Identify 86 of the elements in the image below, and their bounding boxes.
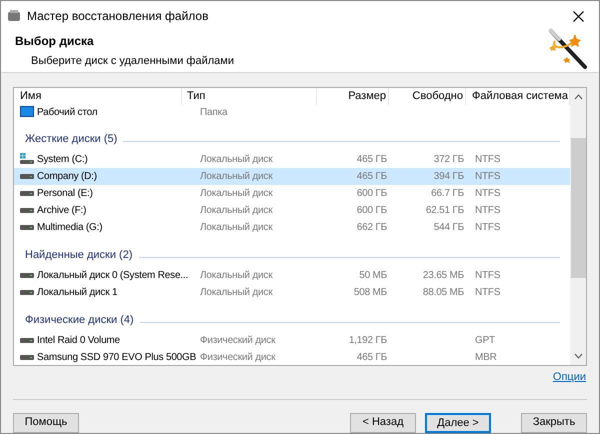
- type-cell: Локальный диск: [200, 188, 272, 198]
- name-cell-text: Multimedia (G:): [37, 220, 102, 234]
- size-cell: 508 МБ: [354, 286, 387, 298]
- table-row[interactable]: Company (D:) Локальный диск 465 ГБ 394 ГБ NTFS: [14, 168, 570, 184]
- free-cell: 88.05 МБ: [422, 286, 464, 298]
- step-subtitle: Выберите диск с удаленными файлами: [30, 54, 234, 69]
- name-cell-text: System (C:): [37, 152, 88, 166]
- back-button[interactable]: < Назад: [350, 412, 416, 432]
- type-cell: Локальный диск: [200, 170, 272, 182]
- filesystem-cell: NTFS: [475, 204, 500, 216]
- free-cell: 372 ГБ: [434, 154, 464, 164]
- column-header[interactable]: Свободно: [389, 88, 466, 104]
- drive-icon: [20, 224, 34, 230]
- table-row[interactable]: Samsung SSD 970 EVO Plus 500GB Физический диск 465 ГБ MBR: [14, 348, 570, 366]
- free-cell: 23.65 МБ: [422, 270, 464, 280]
- table-row[interactable]: Локальный диск 0 (System Rese... Локальный диск 50 МБ 23.65 МБ NTFS: [14, 266, 570, 284]
- name-cell-text: Локальный диск 1: [37, 286, 118, 300]
- size-cell: 662 ГБ: [356, 222, 387, 232]
- table-row[interactable]: Archive (F:) Локальный диск 600 ГБ 62.51 ГБ NTFS: [14, 202, 570, 218]
- size-cell: 465 ГБ: [356, 154, 387, 164]
- table-row[interactable]: Рабочий стол Папка: [14, 104, 570, 120]
- type-cell: Локальный диск: [200, 286, 272, 298]
- table-row[interactable]: Intel Raid 0 Volume Физический диск 1,192 ГБ GPT: [14, 332, 570, 348]
- help-button[interactable]: Помощь: [13, 412, 79, 432]
- type-cell: Физический диск: [200, 352, 276, 362]
- name-cell-text: Intel Raid 0 Volume: [37, 334, 120, 348]
- scroll-down-icon: [574, 353, 582, 359]
- scroll-up-icon: [574, 94, 582, 100]
- type-cell: Локальный диск: [200, 222, 272, 232]
- group-header: Физические диски (4): [25, 313, 134, 328]
- options-link[interactable]: Опции: [552, 369, 586, 386]
- name-cell-text: Company (D:): [37, 170, 97, 184]
- drive-icon: [20, 290, 34, 294]
- type-cell: Папка: [200, 106, 228, 118]
- filesystem-cell: NTFS: [475, 222, 500, 232]
- filesystem-cell: NTFS: [475, 170, 500, 182]
- free-cell: 62.51 ГБ: [426, 204, 464, 216]
- drive-icon: [20, 354, 34, 360]
- table-row[interactable]: Personal (E:) Локальный диск 600 ГБ 66.7 ГБ NTFS: [14, 184, 570, 202]
- free-cell: 394 ГБ: [434, 170, 464, 182]
- free-cell: 66.7 ГБ: [431, 188, 464, 198]
- column-header[interactable]: Имя: [14, 88, 182, 104]
- drive-icon: [20, 190, 34, 196]
- next-button[interactable]: Далее >: [425, 412, 491, 432]
- size-cell: 465 ГБ: [356, 170, 387, 182]
- drive-icon: [20, 208, 34, 212]
- size-cell: 1,192 ГБ: [348, 334, 387, 346]
- name-cell-text: Archive (F:): [37, 204, 86, 218]
- step-title: Выбор диска: [15, 33, 95, 50]
- group-header: Жесткие диски (5): [25, 132, 118, 147]
- name-cell-text: Samsung SSD 970 EVO Plus 500GB: [37, 350, 196, 364]
- type-cell: Локальный диск: [200, 270, 272, 280]
- type-cell: Физический диск: [200, 334, 276, 346]
- system-drive-icon: [20, 153, 34, 165]
- table-row[interactable]: System (C:) Локальный диск 465 ГБ 372 ГБ NTFS: [14, 150, 570, 168]
- filesystem-cell: NTFS: [475, 188, 500, 198]
- group-header: Найденные диски (2): [25, 248, 132, 263]
- filesystem-cell: NTFS: [475, 154, 500, 164]
- size-cell: 600 ГБ: [356, 188, 387, 198]
- drive-icon: [20, 338, 34, 342]
- drive-icon: [20, 174, 34, 178]
- table-row[interactable]: Локальный диск 1 Локальный диск 508 МБ 88.05 МБ NTFS: [14, 284, 570, 300]
- scrollbar-thumb[interactable]: [570, 138, 586, 278]
- free-cell: 544 ГБ: [434, 222, 464, 232]
- name-cell-text: Рабочий стол: [37, 106, 98, 120]
- drive-icon: [20, 272, 34, 278]
- size-cell: 465 ГБ: [356, 352, 387, 362]
- type-cell: Локальный диск: [200, 154, 272, 164]
- monitor-icon: [20, 106, 34, 118]
- scrollbar[interactable]: [570, 88, 586, 365]
- size-cell: 600 ГБ: [356, 204, 387, 216]
- size-cell: 50 МБ: [359, 270, 387, 280]
- name-cell-text: Personal (E:): [37, 186, 93, 200]
- filesystem-cell: MBR: [475, 352, 497, 362]
- filesystem-cell: NTFS: [475, 270, 500, 280]
- name-cell-text: Локальный диск 0 (System Rese...: [37, 268, 188, 282]
- window-title: Мастер восстановления файлов: [27, 8, 210, 25]
- column-header[interactable]: Тип: [182, 88, 317, 104]
- close-icon: [572, 10, 584, 22]
- type-cell: Локальный диск: [200, 204, 272, 216]
- filesystem-cell: NTFS: [475, 286, 500, 298]
- close-dialog-button[interactable]: Закрыть: [521, 412, 587, 432]
- app-icon: [7, 9, 21, 23]
- column-header[interactable]: Размер: [317, 88, 389, 104]
- table-row[interactable]: Multimedia (G:) Локальный диск 662 ГБ 544 ГБ NTFS: [14, 218, 570, 236]
- filesystem-cell: GPT: [475, 334, 495, 346]
